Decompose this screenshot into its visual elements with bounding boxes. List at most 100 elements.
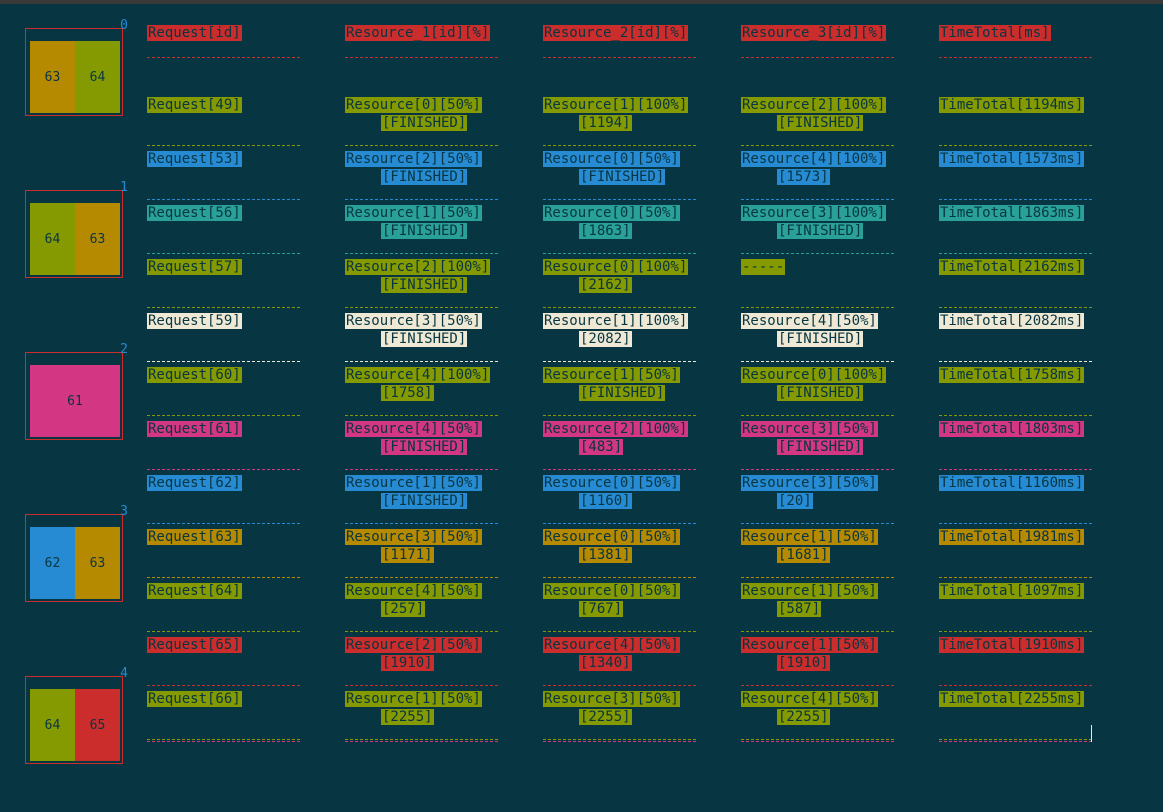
- row-10-col-2-text: Resource[4][50%]: [543, 637, 680, 653]
- row-4-status-1-text: [FINISHED]: [381, 331, 468, 347]
- row-0-col-2-text: Resource[1][100%]: [543, 97, 689, 113]
- row-4-status-2: [2082]: [579, 330, 632, 348]
- separator-line: [345, 57, 498, 58]
- separator-line: [345, 469, 498, 470]
- row-5-col-4: TimeTotal[1758ms]: [939, 366, 1085, 384]
- row-2-status-2: [1863]: [579, 222, 632, 240]
- separator-line: [543, 253, 696, 254]
- row-7-col-1: Resource[1][50%]: [345, 474, 482, 492]
- header-resource1-text: Resource_1[id][%]: [345, 25, 491, 41]
- row-6-status-1: [FINISHED]: [381, 438, 468, 456]
- separator-line: [939, 741, 1092, 742]
- row-1-status-3: [1573]: [777, 168, 830, 186]
- row-0-col-0: Request[49]: [147, 96, 242, 114]
- row-5-status-2: [FINISHED]: [579, 384, 666, 402]
- row-5-status-1: [1758]: [381, 384, 434, 402]
- row-1-col-4: TimeTotal[1573ms]: [939, 150, 1085, 168]
- row-8-status-2: [1381]: [579, 546, 632, 564]
- terminal-cursor: [1091, 725, 1092, 742]
- window-top-bar: [0, 0, 1163, 4]
- row-9-col-1: Resource[4][50%]: [345, 582, 482, 600]
- row-8-status-1-text: [1171]: [381, 547, 434, 563]
- row-11-col-1: Resource[1][50%]: [345, 690, 482, 708]
- resource-slot: 65: [75, 689, 120, 761]
- row-9-col-1-text: Resource[4][50%]: [345, 583, 482, 599]
- row-2-col-0-text: Request[56]: [147, 205, 242, 221]
- separator-line: [939, 415, 1092, 416]
- separator-line: [543, 577, 696, 578]
- resource-slot: 64: [30, 689, 75, 761]
- row-8-status-3: [1681]: [777, 546, 830, 564]
- row-8-status-3-text: [1681]: [777, 547, 830, 563]
- separator-line: [741, 631, 894, 632]
- row-4-col-1-text: Resource[3][50%]: [345, 313, 482, 329]
- separator-line: [741, 469, 894, 470]
- row-10-col-2: Resource[4][50%]: [543, 636, 680, 654]
- row-8-col-4: TimeTotal[1981ms]: [939, 528, 1085, 546]
- row-0-col-3: Resource[2][100%]: [741, 96, 887, 114]
- row-8-col-2: Resource[0][50%]: [543, 528, 680, 546]
- row-4-col-3: Resource[4][50%]: [741, 312, 878, 330]
- separator-line: [147, 469, 300, 470]
- row-9-col-2: Resource[0][50%]: [543, 582, 680, 600]
- row-6-col-1: Resource[4][50%]: [345, 420, 482, 438]
- resource-slot: 64: [75, 41, 120, 113]
- row-1-status-3-text: [1573]: [777, 169, 830, 185]
- row-3-col-2: Resource[0][100%]: [543, 258, 689, 276]
- row-6-status-2-text: [483]: [579, 439, 624, 455]
- header-request-text: Request[id]: [147, 25, 242, 41]
- row-1-status-2-text: [FINISHED]: [579, 169, 666, 185]
- row-6-col-3: Resource[3][50%]: [741, 420, 878, 438]
- separator-line: [147, 57, 300, 58]
- row-5-status-2-text: [FINISHED]: [579, 385, 666, 401]
- row-5-col-0-text: Request[60]: [147, 367, 242, 383]
- resource-slot: 62: [30, 527, 75, 599]
- header-request: Request[id]: [147, 24, 242, 42]
- row-3-col-3-text: -----: [741, 259, 786, 275]
- row-1-col-1: Resource[2][50%]: [345, 150, 482, 168]
- separator-line: [741, 307, 894, 308]
- row-0-col-4-text: TimeTotal[1194ms]: [939, 97, 1085, 113]
- resource-index: 4: [120, 666, 128, 681]
- resource-box-0: 0 63 64: [25, 19, 128, 116]
- separator-line: [147, 307, 300, 308]
- row-10-status-2-text: [1340]: [579, 655, 632, 671]
- row-8-col-1-text: Resource[3][50%]: [345, 529, 482, 545]
- separator-line: [741, 145, 894, 146]
- row-3-col-1: Resource[2][100%]: [345, 258, 491, 276]
- separator-line: [345, 577, 498, 578]
- separator-line: [939, 57, 1092, 58]
- row-0-col-2: Resource[1][100%]: [543, 96, 689, 114]
- row-2-col-4: TimeTotal[1863ms]: [939, 204, 1085, 222]
- row-10-col-0: Request[65]: [147, 636, 242, 654]
- separator-line: [147, 253, 300, 254]
- row-8-status-2-text: [1381]: [579, 547, 632, 563]
- header-resource3: Resource_3[id][%]: [741, 24, 887, 42]
- row-5-col-2: Resource[1][50%]: [543, 366, 680, 384]
- row-7-status-2-text: [1160]: [579, 493, 632, 509]
- separator-line: [543, 739, 696, 740]
- row-8-col-1: Resource[3][50%]: [345, 528, 482, 546]
- separator-line: [147, 361, 300, 362]
- row-5-status-3: [FINISHED]: [777, 384, 864, 402]
- row-7-col-0-text: Request[62]: [147, 475, 242, 491]
- row-11-col-1-text: Resource[1][50%]: [345, 691, 482, 707]
- row-5-col-1-text: Resource[4][100%]: [345, 367, 491, 383]
- header-resource1: Resource_1[id][%]: [345, 24, 491, 42]
- row-5-status-1-text: [1758]: [381, 385, 434, 401]
- row-10-col-0-text: Request[65]: [147, 637, 242, 653]
- separator-line: [543, 469, 696, 470]
- row-7-col-3: Resource[3][50%]: [741, 474, 878, 492]
- separator-line: [543, 145, 696, 146]
- row-3-status-1-text: [FINISHED]: [381, 277, 468, 293]
- separator-line: [939, 685, 1092, 686]
- resource-index: 3: [120, 504, 128, 519]
- row-6-col-2: Resource[2][100%]: [543, 420, 689, 438]
- row-4-status-3-text: [FINISHED]: [777, 331, 864, 347]
- separator-line: [147, 631, 300, 632]
- row-1-status-1-text: [FINISHED]: [381, 169, 468, 185]
- separator-line: [741, 199, 894, 200]
- row-1-col-0-text: Request[53]: [147, 151, 242, 167]
- separator-line: [741, 415, 894, 416]
- separator-line: [147, 685, 300, 686]
